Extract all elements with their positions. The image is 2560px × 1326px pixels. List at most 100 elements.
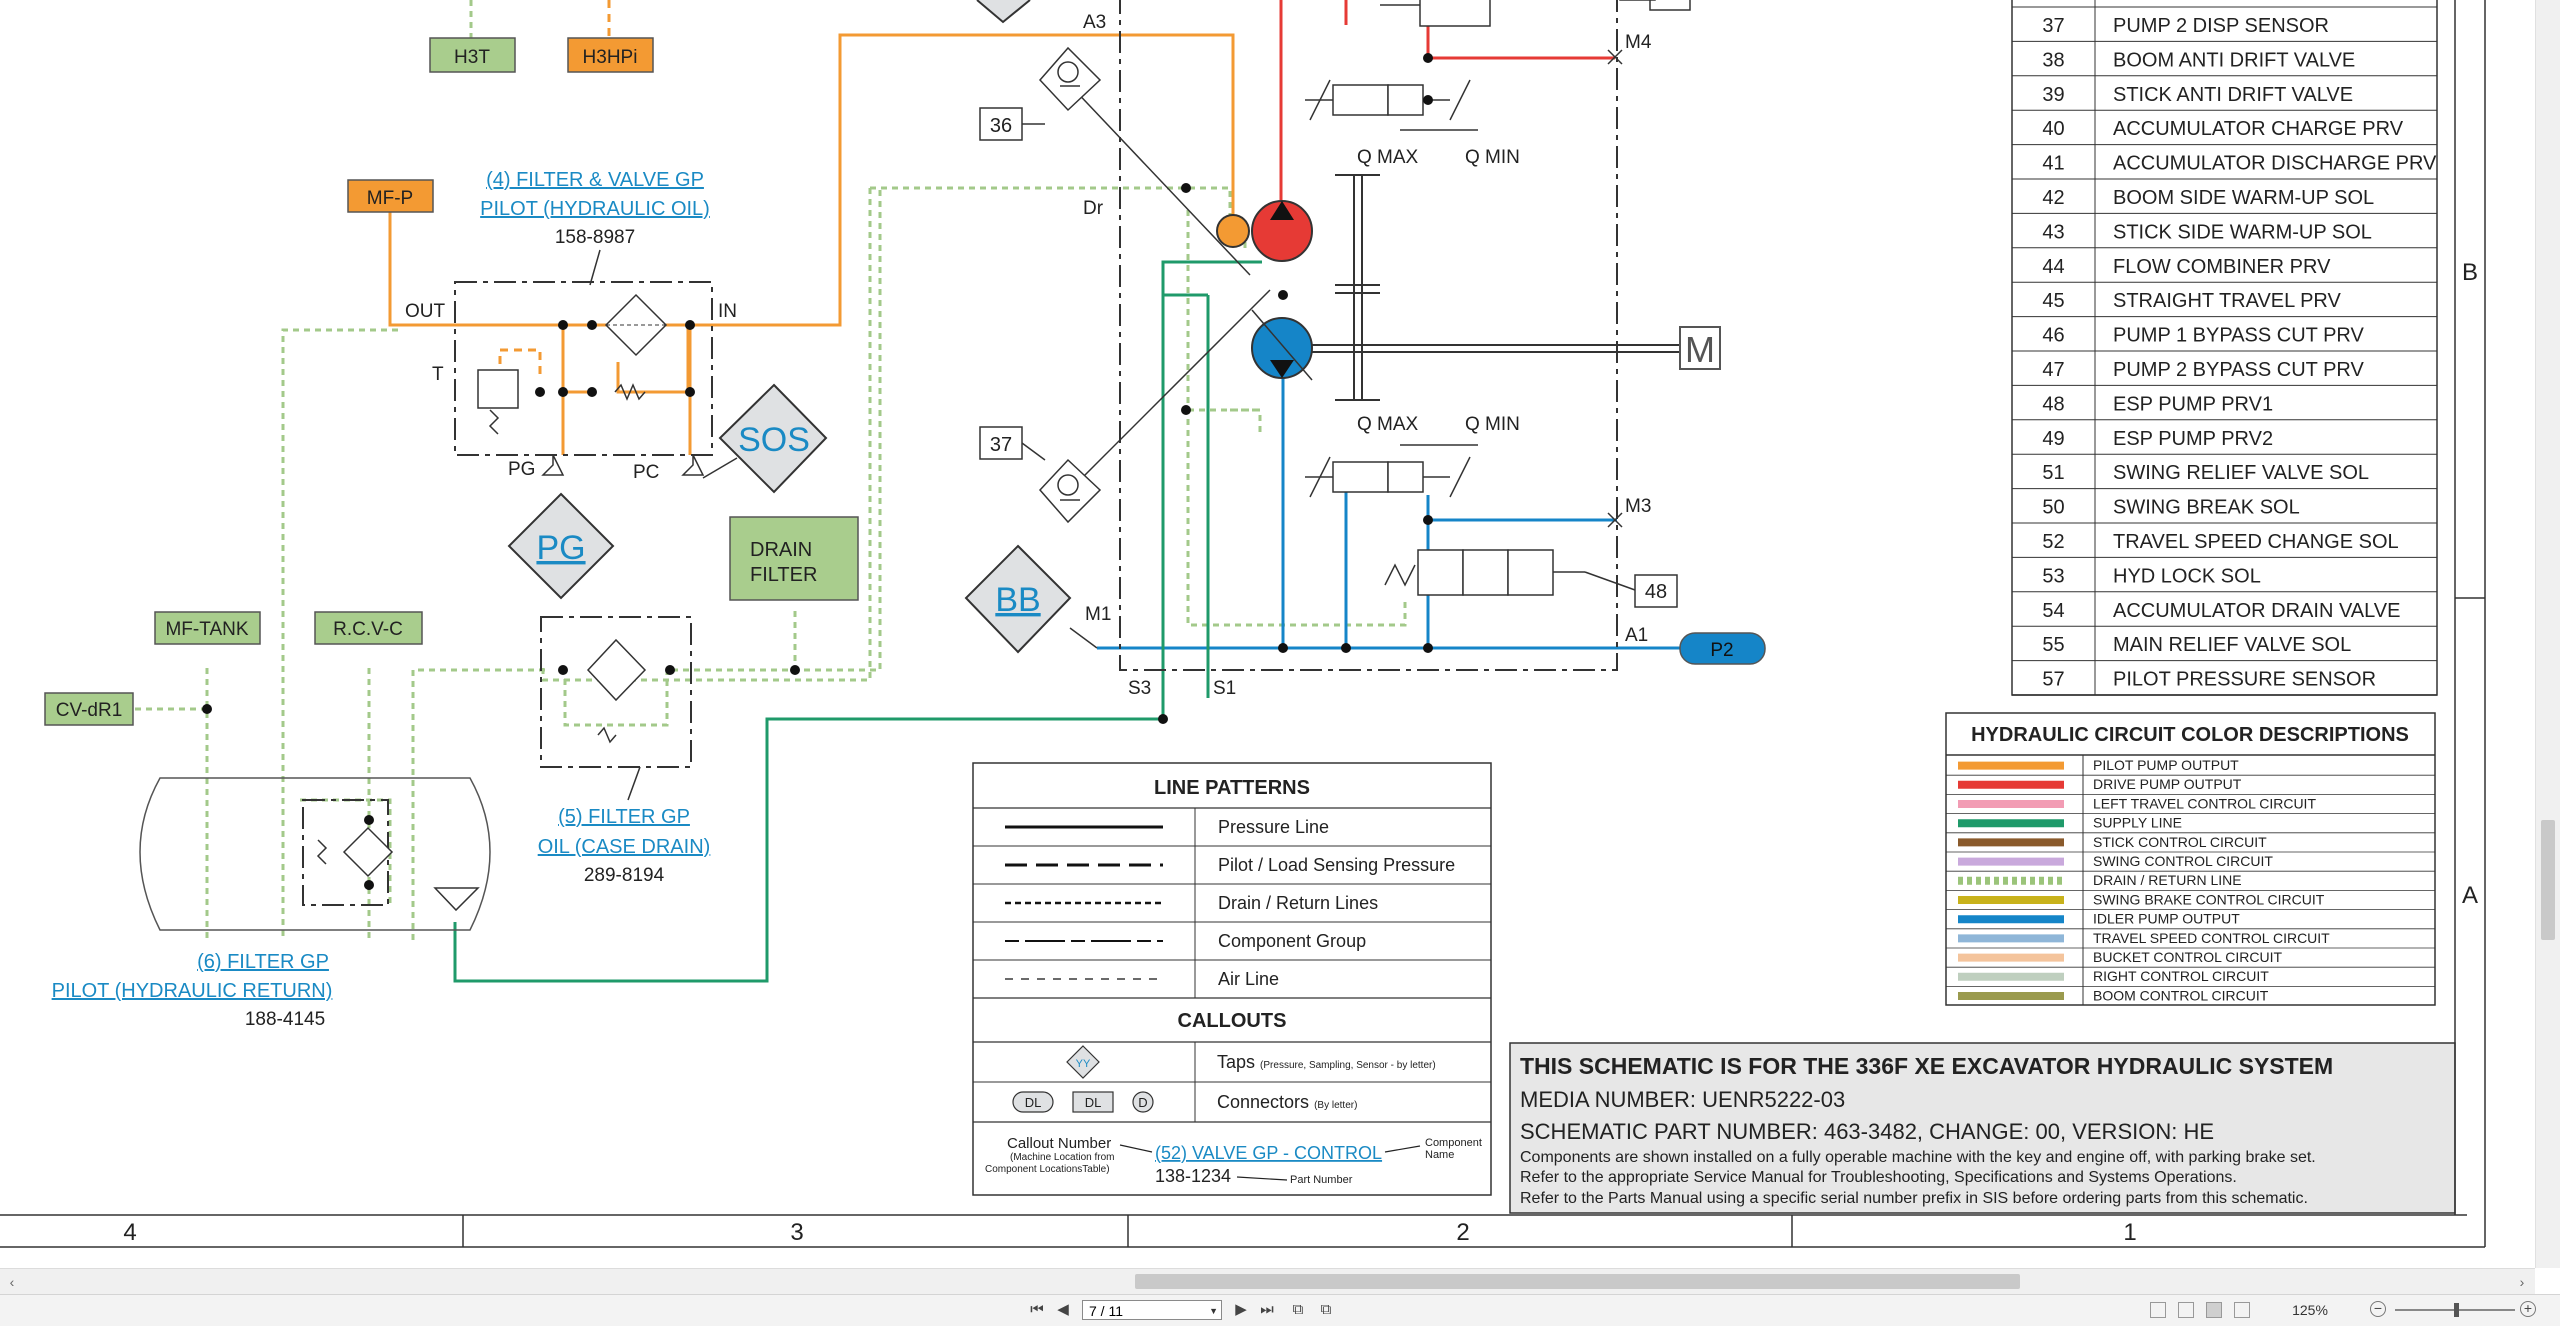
line-pattern-label: Air Line (1218, 969, 1279, 989)
label-in: IN (718, 301, 737, 322)
prev-page-icon[interactable]: ◀ (1054, 1300, 1072, 1320)
tag-mf-tank[interactable]: MF-TANK (154, 611, 261, 645)
callout-filter-valve-gp[interactable]: (4) FILTER & VALVE GP (486, 169, 704, 191)
zoom-level[interactable]: 125% (2280, 1300, 2340, 1320)
connector-p2-label: P2 (1710, 640, 1733, 661)
continuous-view-icon[interactable] (2178, 1302, 2194, 1318)
tag-mf-p-label: MF-P (367, 188, 413, 209)
callout-box-48: 48 (1645, 581, 1667, 603)
schematic-canvas: M 36 37 48 H3T H3HPi MF-P MF-TANK R.C.V-… (0, 0, 2486, 1248)
component-number: 38 (2042, 49, 2064, 71)
page-number-field[interactable]: 7 / 11 ▼ (1082, 1300, 1222, 1320)
tag-cv-dr1[interactable]: CV-dR1 (44, 692, 134, 726)
component-name: ESP PUMP PRV1 (2113, 393, 2273, 415)
horizontal-scroll-thumb[interactable] (1135, 1274, 2020, 1289)
two-page-view-icon[interactable] (2206, 1302, 2222, 1318)
line-pattern-label: Component Group (1218, 931, 1366, 951)
tag-drain-filter[interactable]: DRAIN FILTER (729, 516, 859, 601)
tag-mf-p[interactable]: MF-P (347, 179, 434, 213)
callout-filter-gp-pilot[interactable]: (6) FILTER GP (197, 951, 329, 973)
component-number: 50 (2042, 497, 2064, 519)
component-name: STRAIGHT TRAVEL PRV (2113, 290, 2342, 312)
regulator-top (1305, 79, 1478, 131)
callout-filter-gp-oil[interactable]: (5) FILTER GP (558, 806, 690, 828)
callout-box-36: 36 (990, 115, 1012, 137)
tap-bb[interactable]: BB (964, 544, 1098, 654)
label-m4: M4 (1625, 32, 1652, 53)
label-s1: S1 (1213, 678, 1236, 699)
pump-displacement-lines (1069, 84, 1313, 491)
component-name: PUMP 1 BYPASS CUT PRV (2113, 325, 2364, 347)
scroll-left-icon[interactable]: ‹ (4, 1273, 20, 1291)
component-number: 51 (2042, 462, 2064, 484)
legend-label: RIGHT CONTROL CIRCUIT (2093, 968, 2269, 984)
title-line-3: SCHEMATIC PART NUMBER: 463-3482, CHANGE:… (1520, 1119, 2214, 1144)
vertical-scroll-thumb[interactable] (2541, 820, 2555, 940)
part-158-8987: 158-8987 (555, 227, 635, 248)
single-page-view-icon[interactable] (2150, 1302, 2166, 1318)
label-dr: Dr (1083, 198, 1104, 219)
fit-width-icon[interactable]: ⧉ (1316, 1300, 1336, 1320)
label-qmin-bottom: Q MIN (1465, 414, 1520, 435)
tag-h3hpi[interactable]: H3HPi (567, 37, 654, 73)
component-number: 46 (2042, 325, 2064, 347)
line-patterns-title: LINE PATTERNS (1154, 777, 1310, 799)
component-name-label-1: Component (1425, 1137, 1482, 1149)
grid-row-a: A (2462, 882, 2478, 909)
label-out: OUT (405, 301, 446, 322)
vertical-scrollbar[interactable] (2535, 0, 2560, 1268)
grid-col-3: 3 (790, 1219, 803, 1246)
legend-label: DRIVE PUMP OUTPUT (2093, 776, 2242, 792)
zoom-in-icon[interactable]: + (2520, 1301, 2536, 1317)
component-number: 48 (2042, 393, 2064, 415)
connector-p2[interactable]: P2 (1679, 632, 1766, 665)
last-page-icon[interactable]: ⏭ (1258, 1300, 1276, 1320)
part-289-8194: 289-8194 (584, 865, 665, 886)
page-dropdown-icon[interactable]: ▼ (1209, 1301, 1218, 1321)
title-note-1: Components are shown installed on a full… (1520, 1149, 2316, 1166)
callout-filter-gp-oil-2[interactable]: OIL (CASE DRAIN) (538, 836, 711, 858)
callout-filter-gp-pilot-2[interactable]: PILOT (HYDRAULIC RETURN) (52, 980, 333, 1002)
tag-rcv-c[interactable]: R.C.V-C (314, 611, 423, 645)
tag-h3hpi-label: H3HPi (583, 47, 638, 68)
label-a1: A1 (1625, 625, 1648, 646)
tag-h3t[interactable]: H3T (429, 37, 516, 73)
tap-pg[interactable]: PG (507, 492, 615, 600)
scroll-right-icon[interactable]: › (2514, 1273, 2530, 1291)
example-component[interactable]: (52) VALVE GP - CONTROL (1155, 1143, 1382, 1163)
title-block: THIS SCHEMATIC IS FOR THE 336F XE EXCAVA… (1509, 1042, 2456, 1214)
callouts-title: CALLOUTS (1178, 1010, 1287, 1032)
label-a3: A3 (1083, 12, 1106, 33)
component-name: STICK SIDE WARM-UP SOL (2113, 221, 2372, 243)
title-note-3: Refer to the Parts Manual using a specif… (1520, 1190, 2308, 1207)
color-legend: HYDRAULIC CIRCUIT COLOR DESCRIPTIONS PIL… (1945, 712, 2436, 1006)
component-name-label-2: Name (1425, 1149, 1454, 1161)
component-number: 44 (2042, 256, 2064, 278)
connector-sym-3: D (1138, 1095, 1147, 1110)
tap-bb-label: BB (995, 581, 1040, 619)
grid-col-1: 1 (2123, 1219, 2136, 1246)
legend-label: PILOT PUMP OUTPUT (2093, 757, 2239, 773)
callout-filter-valve-gp-2[interactable]: PILOT (HYDRAULIC OIL) (480, 198, 710, 220)
zoom-slider-handle[interactable] (2454, 1303, 2459, 1317)
fit-page-icon[interactable]: ⧉ (1288, 1300, 1308, 1320)
horizontal-scrollbar[interactable]: ‹ › (0, 1268, 2535, 1295)
first-page-icon[interactable]: ⏮ (1028, 1300, 1046, 1320)
next-page-icon[interactable]: ▶ (1232, 1300, 1250, 1320)
label-m1: M1 (1085, 604, 1111, 625)
title-line-2: MEDIA NUMBER: UENR5222-03 (1520, 1087, 1845, 1112)
component-number: 49 (2042, 428, 2064, 450)
callout-number-note-2: Component LocationsTable) (985, 1164, 1110, 1175)
continuous-two-page-icon[interactable] (2234, 1302, 2250, 1318)
part-number-label: Part Number (1290, 1174, 1353, 1186)
page-number-value: 7 / 11 (1089, 1303, 1123, 1319)
component-number: 41 (2042, 153, 2064, 175)
component-name: SWING BREAK SOL (2113, 497, 2300, 519)
grid-row-b: B (2462, 259, 2478, 286)
control-valve-48 (1384, 549, 1585, 596)
component-name: MAIN RELIEF VALVE SOL (2113, 634, 2351, 656)
color-legend-title: HYDRAULIC CIRCUIT COLOR DESCRIPTIONS (1971, 724, 2409, 746)
taps-label: Taps (1217, 1052, 1255, 1072)
tap-sos[interactable]: SOS (702, 383, 828, 494)
zoom-out-icon[interactable]: − (2370, 1301, 2386, 1317)
